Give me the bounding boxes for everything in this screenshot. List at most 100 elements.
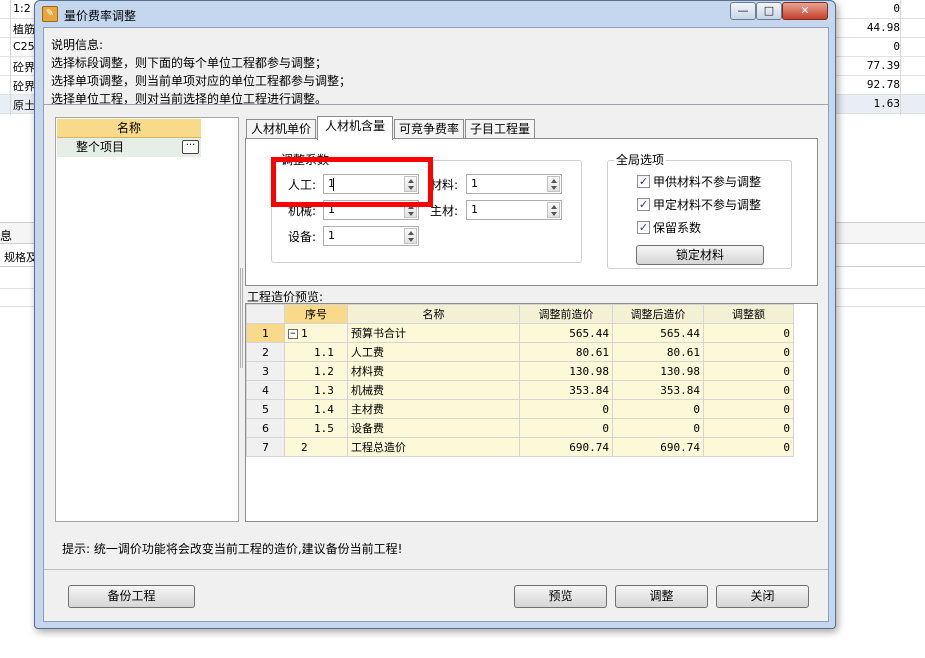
diff-cell: 0 xyxy=(703,399,794,419)
maximize-button[interactable]: □ xyxy=(756,2,782,20)
bg-cell: 原土 xyxy=(13,99,35,112)
close-button[interactable]: 关闭 xyxy=(716,585,809,608)
preview-button[interactable]: 预览 xyxy=(514,585,607,608)
collapse-icon[interactable]: − xyxy=(288,328,298,339)
after-cell: 565.44 xyxy=(612,323,704,343)
before-cell: 130.98 xyxy=(519,361,613,381)
panel-splitter[interactable] xyxy=(240,268,243,368)
info-heading: 说明信息: xyxy=(51,38,104,52)
bg-cell: 1:2 xyxy=(13,2,31,15)
info-line: 选择单位工程，则对当前选择的单位工程进行调整。 xyxy=(51,92,328,106)
info-line: 选择标段调整，则下面的每个单位工程都参与调整； xyxy=(51,56,328,70)
bg-value: 92.78 xyxy=(866,78,900,91)
close-window-button[interactable]: ✕ xyxy=(782,2,828,20)
tab-item-quantity[interactable]: 子目工程量 xyxy=(465,119,535,139)
table-row[interactable]: 5 1.4 主材费 0 0 0 xyxy=(246,399,794,419)
tree-header: 名称 xyxy=(57,119,201,138)
before-cell: 0 xyxy=(519,418,613,438)
bg-tab-label: 息 xyxy=(0,229,13,243)
seq-value: 1 xyxy=(301,326,308,340)
seq-cell: 1.4 xyxy=(284,399,348,419)
rate-adjust-dialog: ✎ 量价费率调整 — □ ✕ 说明信息: 选择标段调整，则下面的每个单位工程都参… xyxy=(34,0,836,629)
main-material-stepper[interactable]: 1 xyxy=(466,200,562,220)
project-tree: 名称 整个项目 ··· xyxy=(55,117,239,522)
name-cell: 材料费 xyxy=(347,361,520,381)
table-row[interactable]: 7 2 工程总造价 690.74 690.74 0 xyxy=(246,437,794,457)
minimize-button[interactable]: — xyxy=(730,2,756,20)
backup-project-button[interactable]: 备份工程 xyxy=(68,585,195,608)
checkbox-checked-icon: ✓ xyxy=(637,221,650,234)
main-material-label: 主材: xyxy=(430,204,459,218)
arrow-up-icon xyxy=(551,205,557,209)
equipment-stepper[interactable]: 1 xyxy=(323,226,419,246)
table-row[interactable]: 3 1.2 材料费 130.98 130.98 0 xyxy=(246,361,794,381)
table-row[interactable]: 2 1.1 人工费 80.61 80.61 0 xyxy=(246,342,794,362)
arrow-up-icon xyxy=(551,179,557,183)
spin-arrows[interactable] xyxy=(404,228,417,244)
global-group-title: 全局选项 xyxy=(614,151,667,168)
diff-cell: 0 xyxy=(703,342,794,362)
spin-arrows[interactable] xyxy=(547,202,560,218)
spin-arrows[interactable] xyxy=(547,176,560,192)
row-number: 6 xyxy=(246,418,285,438)
after-cell: 80.61 xyxy=(612,342,704,362)
name-cell: 预算书合计 xyxy=(347,323,520,343)
lock-material-button[interactable]: 锁定材料 xyxy=(636,245,764,265)
row-number: 7 xyxy=(246,437,285,457)
tab-competitive-rate[interactable]: 可竞争费率 xyxy=(394,119,464,139)
column-header-seq[interactable]: 序号 xyxy=(284,304,348,324)
before-cell: 565.44 xyxy=(519,323,613,343)
close-icon: ✕ xyxy=(800,4,810,17)
seq-cell: 2 xyxy=(284,437,348,457)
divider xyxy=(44,569,828,570)
diff-cell: 0 xyxy=(703,361,794,381)
preview-table: 序号 名称 调整前造价 调整后造价 调整额 1 −1 预算书合计 565.44 … xyxy=(246,304,794,457)
tab-unit-price[interactable]: 人材机单价 xyxy=(246,119,316,139)
column-header-name[interactable]: 名称 xyxy=(347,304,520,324)
tab-resource-quantity[interactable]: 人材机含量 xyxy=(317,116,393,140)
column-header-after[interactable]: 调整后造价 xyxy=(612,304,704,324)
material-label: 材料: xyxy=(430,178,459,192)
before-cell: 353.84 xyxy=(519,380,613,400)
diff-cell: 0 xyxy=(703,380,794,400)
table-row[interactable]: 4 1.3 机械费 353.84 353.84 0 xyxy=(246,380,794,400)
adjust-button[interactable]: 调整 xyxy=(615,585,708,608)
more-options-button[interactable]: ··· xyxy=(182,140,199,154)
column-header-before[interactable]: 调整前造价 xyxy=(519,304,613,324)
preview-grid: 序号 名称 调整前造价 调整后造价 调整额 1 −1 预算书合计 565.44 … xyxy=(245,303,818,522)
hint-text: 提示: 统一调价功能将会改变当前工程的造价,建议备份当前工程! xyxy=(62,542,403,556)
bg-header-label: 规格及 xyxy=(4,251,37,264)
arrow-down-icon xyxy=(551,212,557,216)
name-cell: 机械费 xyxy=(347,380,520,400)
info-line: 选择单项调整，则当前单项对应的单位工程都参与调整； xyxy=(51,74,352,88)
after-cell: 0 xyxy=(612,418,704,438)
row-number: 2 xyxy=(246,342,285,362)
header-row: 序号 名称 调整前造价 调整后造价 调整额 xyxy=(246,304,794,324)
equipment-value: 1 xyxy=(328,229,335,242)
bg-value: 0 xyxy=(893,40,900,53)
table-row[interactable]: 6 1.5 设备费 0 0 0 xyxy=(246,418,794,438)
checkbox-label: 甲供材料不参与调整 xyxy=(653,175,762,189)
material-stepper[interactable]: 1 xyxy=(466,174,562,194)
diff-cell: 0 xyxy=(703,437,794,457)
column-header-diff[interactable]: 调整额 xyxy=(703,304,794,324)
bg-cell: 植筋 xyxy=(13,23,35,36)
diff-cell: 0 xyxy=(703,418,794,438)
before-cell: 0 xyxy=(519,399,613,419)
checkbox-label: 保留系数 xyxy=(653,221,702,235)
name-cell: 工程总造价 xyxy=(347,437,520,457)
bg-cell: 砼界 xyxy=(13,80,35,93)
table-row[interactable]: 1 −1 预算书合计 565.44 565.44 0 xyxy=(246,323,794,343)
name-cell: 主材费 xyxy=(347,399,520,419)
tree-item-whole-project[interactable]: 整个项目 xyxy=(57,138,201,157)
arrow-up-icon xyxy=(408,231,414,235)
equipment-label: 设备: xyxy=(288,230,317,244)
divider xyxy=(44,104,828,105)
checkbox-checked-icon: ✓ xyxy=(637,175,650,188)
main-material-value: 1 xyxy=(471,203,478,216)
bg-value: 77.39 xyxy=(866,59,900,72)
dialog-title: 量价费率调整 xyxy=(64,9,137,23)
title-bar[interactable]: ✎ 量价费率调整 — □ ✕ xyxy=(35,1,835,26)
checkbox-label: 甲定材料不参与调整 xyxy=(653,198,762,212)
bg-divider xyxy=(10,0,11,115)
